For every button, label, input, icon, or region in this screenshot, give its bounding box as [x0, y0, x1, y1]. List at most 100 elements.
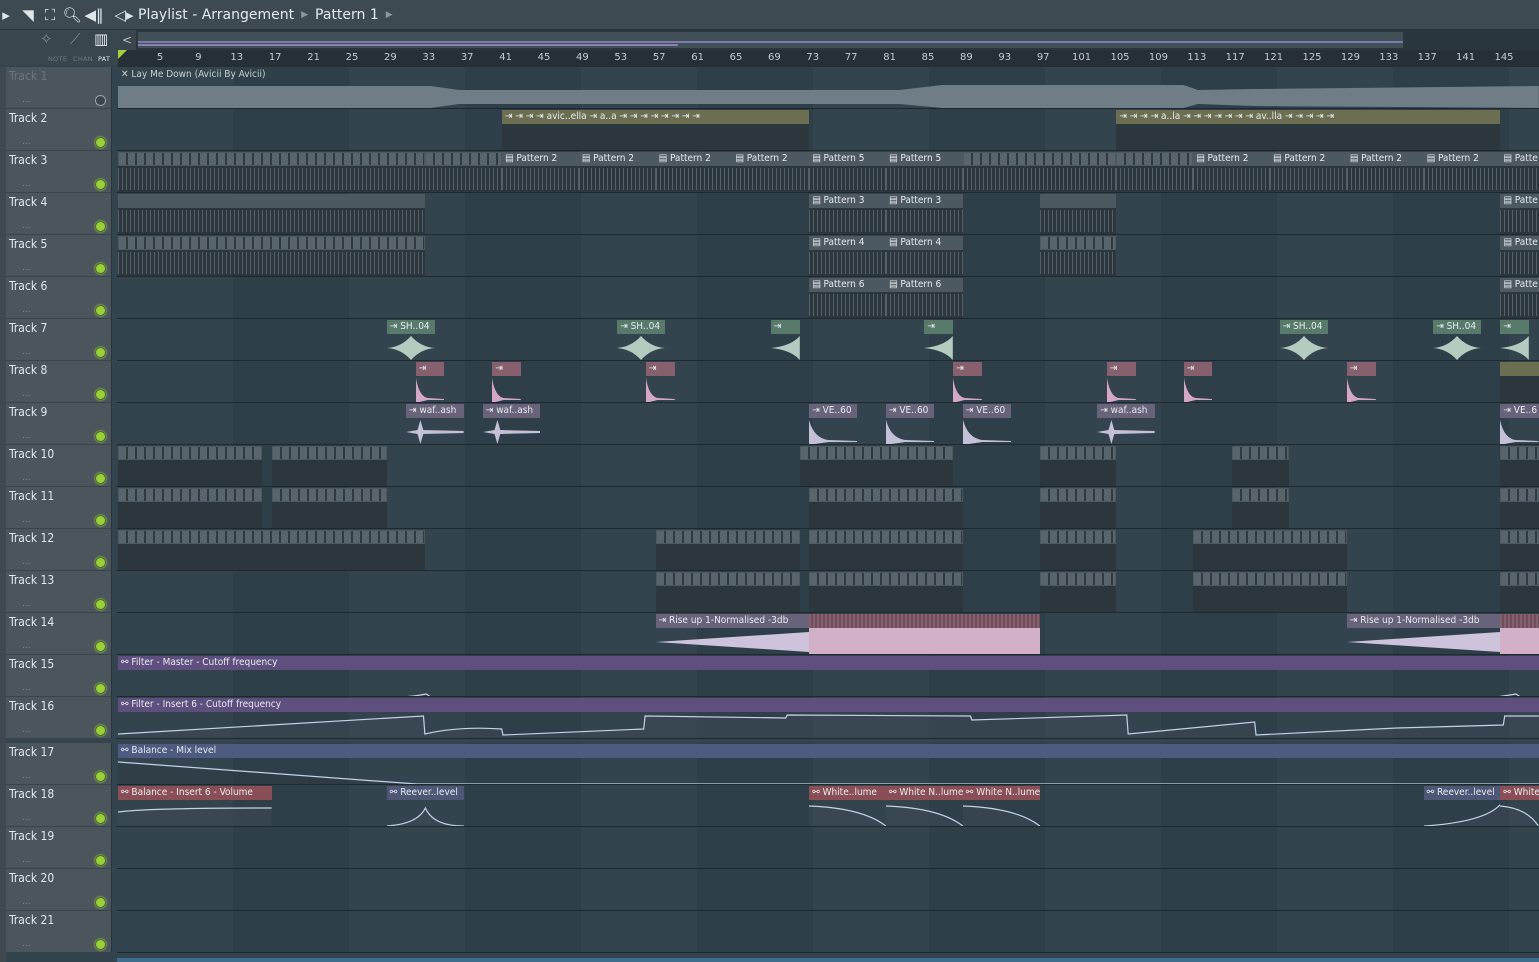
track-lane[interactable] [117, 869, 1539, 911]
track-menu[interactable]: ... [22, 557, 31, 567]
track-mute-led[interactable] [95, 771, 106, 782]
track-lane[interactable]: ⇥ ⇥ ⇥ ⇥ ⇥ ⇥ ⇥ [117, 361, 1539, 403]
track-name[interactable]: Track 16 [9, 699, 54, 713]
track-menu[interactable]: ... [22, 855, 31, 865]
audio-clip-waf[interactable]: ⇥ waf..ash [406, 404, 464, 444]
audio-clip-lay-me-down[interactable]: ✕ Lay Me Down (Avicii By Avicii) [118, 68, 1539, 108]
track-mute-led[interactable] [95, 431, 106, 442]
pattern-clip[interactable]: ▤ Pattern 5 [886, 152, 963, 192]
track-menu[interactable]: ... [22, 771, 31, 781]
pattern-clip[interactable]: ▤ Patte [1500, 152, 1539, 192]
pattern-clip-strip[interactable] [1116, 152, 1194, 192]
track-header[interactable]: Track 14 ... [6, 613, 112, 655]
automation-clip-reverb-level[interactable]: ⚯ Reever..level [1423, 786, 1501, 826]
pattern-clip[interactable]: ▤ Pattern 4 [809, 236, 886, 276]
audio-clip-ve60[interactable]: ⇥ VE..60 [809, 404, 858, 444]
track-lane[interactable]: ⇥ SH..04 ⇥ SH..04 ⇥ SH..04 ⇥ SH..04 ⇥ ⇥ ⇥ [117, 319, 1539, 361]
track-name[interactable]: Track 8 [9, 363, 47, 377]
track-name[interactable]: Track 12 [9, 531, 54, 545]
track-name[interactable]: Track 4 [9, 195, 47, 209]
arrow-icon[interactable]: ▸ [0, 6, 16, 24]
automation-clip-white-noise[interactable]: ⚯ White [1500, 786, 1539, 826]
track-mute-led[interactable] [95, 855, 106, 866]
audio-clip-ve60[interactable]: ⇥ VE..6 [1500, 404, 1539, 444]
pattern-clip-strip[interactable] [1039, 236, 1117, 276]
pattern-clip-strip[interactable] [118, 152, 426, 192]
pattern-clip[interactable]: ▤ Pattern 3 [886, 194, 963, 234]
track-lane[interactable]: ⚯ Balance - Insert 6 - Volume ⚯ Reever..l… [117, 785, 1539, 827]
note-icon[interactable]: ✧ [40, 30, 53, 48]
audio-clip-vocal[interactable] [1500, 362, 1539, 402]
track-menu[interactable]: ... [22, 431, 31, 441]
pattern-clip[interactable]: ▤ Pattern 6 [886, 278, 963, 318]
pattern-clip-strip[interactable] [271, 488, 387, 528]
pattern-clip-strip[interactable] [1039, 488, 1117, 528]
track-lane[interactable]: ⚯ Balance - Mix level [117, 743, 1539, 785]
audio-clip-sh04[interactable]: ⇥ SH..04 [617, 320, 666, 360]
track-menu[interactable]: ... [22, 599, 31, 609]
track-lane[interactable]: ▤ Pattern 3 ▤ Pattern 3 ▤ Patte [117, 193, 1539, 235]
pattern-clip-strip[interactable] [655, 572, 800, 612]
audio-clip-sh04[interactable]: ⇥ SH..04 [1279, 320, 1328, 360]
track-menu[interactable]: ... [22, 897, 31, 907]
track-name[interactable]: Track 15 [9, 657, 54, 671]
pattern-clip-strip[interactable] [1231, 488, 1290, 528]
track-lane[interactable] [117, 445, 1539, 487]
track-name[interactable]: Track 10 [9, 447, 54, 461]
pattern-clip[interactable]: ▤ Pattern 2 [1346, 152, 1424, 192]
track-header[interactable]: Track 17 ... [6, 743, 112, 785]
track-menu[interactable]: ... [22, 137, 31, 147]
track-menu[interactable]: ... [22, 263, 31, 273]
track-mute-led[interactable] [95, 641, 106, 652]
pattern-clip-strip[interactable] [271, 446, 387, 486]
track-menu[interactable]: ... [22, 179, 31, 189]
pattern-clip-strip[interactable] [118, 488, 262, 528]
track-header[interactable]: Track 10 ... [6, 445, 112, 487]
audio-clip-hit[interactable]: ⇥ [1183, 362, 1213, 402]
track-menu[interactable]: ... [22, 347, 31, 357]
track-menu[interactable]: ... [22, 683, 31, 693]
track-header[interactable]: Track 8 ... [6, 361, 112, 403]
pattern-clip-strip[interactable] [1193, 572, 1347, 612]
track-lane[interactable] [117, 529, 1539, 571]
pattern-clip-strip[interactable] [1039, 572, 1117, 612]
track-menu[interactable]: ... [22, 305, 31, 315]
track-lane[interactable] [117, 571, 1539, 613]
track-lane[interactable]: ⇥ waf..ash ⇥ waf..ash ⇥ waf..ash ⇥ VE..60 ⇥ … [117, 403, 1539, 445]
track-header[interactable]: Track 9 ... [6, 403, 112, 445]
track-lane[interactable]: ✕ Lay Me Down (Avicii By Avicii) [117, 67, 1539, 109]
pattern-clip[interactable]: ▤ Pattern 2 [578, 152, 656, 192]
track-menu[interactable]: ... [22, 939, 31, 949]
pattern-clip-strip[interactable] [1039, 530, 1117, 570]
automation-clip-master-cutoff[interactable]: ⚯ Filter - Master - Cutoff frequency [118, 656, 1539, 696]
track-menu[interactable]: ... [22, 725, 31, 735]
pattern-clip-strip[interactable] [118, 236, 426, 276]
automation-clip-reverb-level[interactable]: ⚯ Reever..level [386, 786, 464, 826]
track-lane[interactable] [117, 911, 1539, 953]
pattern-clip-strip[interactable] [809, 488, 963, 528]
overview-scrollbar[interactable]: < [118, 30, 1539, 50]
pattern-clip-strip[interactable] [655, 530, 800, 570]
track-header[interactable]: Track 18 ... [6, 785, 112, 827]
pattern-clip[interactable]: ▤ Pattern 2 [732, 152, 810, 192]
playhead-marker[interactable] [118, 50, 127, 59]
track-mute-led[interactable] [95, 683, 106, 694]
audio-clip-ve60[interactable]: ⇥ VE..60 [962, 404, 1011, 444]
track-header[interactable]: Track 7 ... [6, 319, 112, 361]
audio-clip-vocal[interactable]: ⇥ ⇥ ⇥ ⇥ avic..ella ⇥ a..a ⇥ ⇥ ⇥ ⇥ ⇥ ⇥ ⇥ … [502, 110, 810, 150]
breadcrumb-pattern[interactable]: Pattern 1 [315, 7, 379, 23]
pattern-clip-strip[interactable] [1500, 446, 1539, 486]
track-lane[interactable]: ⇥ ⇥ ⇥ ⇥ avic..ella ⇥ a..a ⇥ ⇥ ⇥ ⇥ ⇥ ⇥ ⇥ … [117, 109, 1539, 151]
track-header[interactable]: Track 4 ... [6, 193, 112, 235]
channel-icon[interactable]: ⟋ [70, 30, 81, 48]
pattern-clip-strip[interactable] [1500, 530, 1539, 570]
pattern-clip-strip[interactable] [118, 194, 426, 234]
track-mute-led[interactable] [95, 221, 106, 232]
track-name[interactable]: Track 18 [9, 787, 54, 801]
track-header[interactable]: Track 3 ... [6, 151, 112, 193]
track-mute-led[interactable] [95, 179, 106, 190]
pattern-clip[interactable]: ▤ Patte [1500, 194, 1539, 234]
track-mute-led[interactable] [95, 305, 106, 316]
track-header[interactable]: Track 6 ... [6, 277, 112, 319]
pattern-clip[interactable]: ▤ Pattern 2 [1423, 152, 1501, 192]
